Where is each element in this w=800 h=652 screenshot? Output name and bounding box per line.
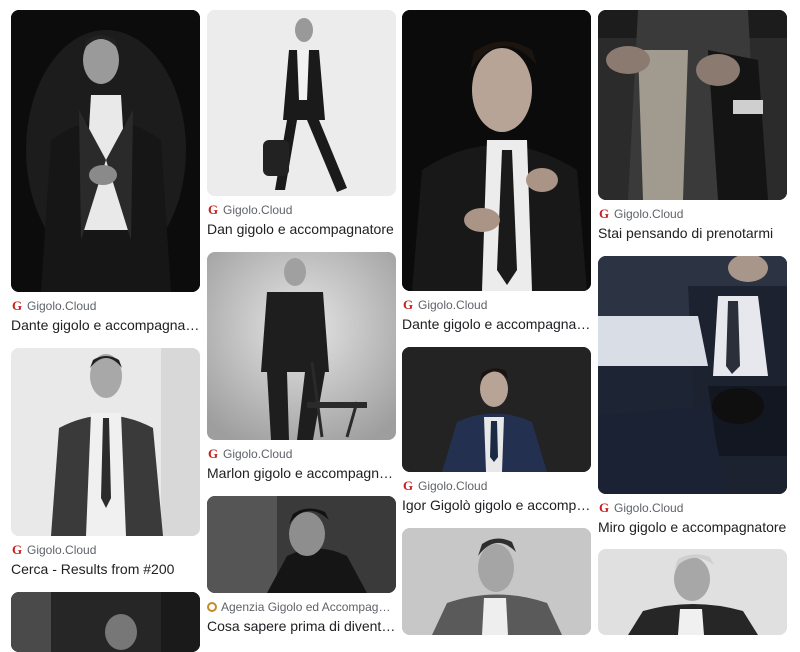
gigolo-g-icon: G [598, 206, 610, 221]
result-title[interactable]: Dan gigolo e accompagnatore [207, 221, 396, 238]
gigolo-g-icon: G [11, 298, 23, 313]
gigolo-g-icon: G [402, 297, 414, 312]
result-title[interactable]: Stai pensando di prenotarmi [598, 225, 787, 242]
result-card[interactable]: G Gigolo.Cloud Stai pensando di prenotar… [598, 10, 787, 242]
result-card[interactable]: G Gigolo.Cloud Igor Gigolò gigolo e acco… [402, 347, 591, 514]
result-image[interactable] [11, 592, 200, 652]
gigolo-g-icon: G [598, 500, 610, 515]
source-label: Gigolo.Cloud [223, 203, 293, 217]
source-label: Gigolo.Cloud [418, 479, 488, 493]
source-label: Gigolo.Cloud [418, 298, 488, 312]
result-source[interactable]: G Gigolo.Cloud [11, 542, 200, 558]
agency-circle-icon [207, 602, 217, 612]
result-source[interactable]: Agenzia Gigolo ed Accompagnatori [207, 599, 396, 615]
result-image[interactable] [598, 256, 787, 494]
result-title[interactable]: Miro gigolo e accompagnatore [598, 519, 787, 536]
result-card[interactable] [11, 592, 200, 652]
result-title[interactable]: Cosa sapere prima di diventare gigolo [207, 618, 396, 635]
source-label: Gigolo.Cloud [614, 501, 684, 515]
result-image[interactable] [598, 10, 787, 200]
result-title[interactable]: Dante gigolo e accompagnatore [402, 316, 591, 333]
result-source[interactable]: G Gigolo.Cloud [402, 297, 591, 313]
result-title[interactable]: Igor Gigolò gigolo e accompagnatore [402, 497, 591, 514]
gigolo-g-icon: G [11, 542, 23, 557]
source-label: Gigolo.Cloud [223, 447, 293, 461]
result-image[interactable] [402, 528, 591, 635]
result-title[interactable]: Marlon gigolo e accompagnatore [207, 465, 396, 482]
gigolo-g-icon: G [207, 202, 219, 217]
result-image[interactable] [402, 347, 591, 472]
result-title[interactable]: Dante gigolo e accompagnatore [11, 317, 200, 334]
result-source[interactable]: G Gigolo.Cloud [402, 478, 591, 494]
result-image[interactable] [402, 10, 591, 291]
result-card[interactable]: G Gigolo.Cloud Miro gigolo e accompagnat… [598, 256, 787, 536]
result-source[interactable]: G Gigolo.Cloud [207, 446, 396, 462]
source-label: Gigolo.Cloud [27, 543, 97, 557]
result-card[interactable] [598, 549, 787, 635]
source-label: Gigolo.Cloud [614, 207, 684, 221]
result-card[interactable]: G Gigolo.Cloud Cerca - Results from #200 [11, 348, 200, 578]
result-card[interactable]: G Gigolo.Cloud Marlon gigolo e accompagn… [207, 252, 396, 482]
result-card[interactable]: G Gigolo.Cloud Dan gigolo e accompagnato… [207, 10, 396, 238]
result-title[interactable]: Cerca - Results from #200 [11, 561, 200, 578]
result-image[interactable] [207, 496, 396, 593]
result-card[interactable]: Agenzia Gigolo ed Accompagnatori Cosa sa… [207, 496, 396, 635]
result-source[interactable]: G Gigolo.Cloud [11, 298, 200, 314]
result-card[interactable] [402, 528, 591, 635]
result-source[interactable]: G Gigolo.Cloud [207, 202, 396, 218]
gigolo-g-icon: G [207, 446, 219, 461]
source-label: Gigolo.Cloud [27, 299, 97, 313]
result-card[interactable]: G Gigolo.Cloud Dante gigolo e accompagna… [402, 10, 591, 333]
result-image[interactable] [207, 10, 396, 196]
result-card[interactable]: G Gigolo.Cloud Dante gigolo e accompagna… [11, 10, 200, 334]
result-source[interactable]: G Gigolo.Cloud [598, 206, 787, 222]
result-image[interactable] [598, 549, 787, 635]
result-image[interactable] [11, 10, 200, 292]
gigolo-g-icon: G [402, 478, 414, 493]
result-source[interactable]: G Gigolo.Cloud [598, 500, 787, 516]
result-image[interactable] [207, 252, 396, 440]
result-image[interactable] [11, 348, 200, 536]
source-label: Agenzia Gigolo ed Accompagnatori [221, 600, 391, 614]
